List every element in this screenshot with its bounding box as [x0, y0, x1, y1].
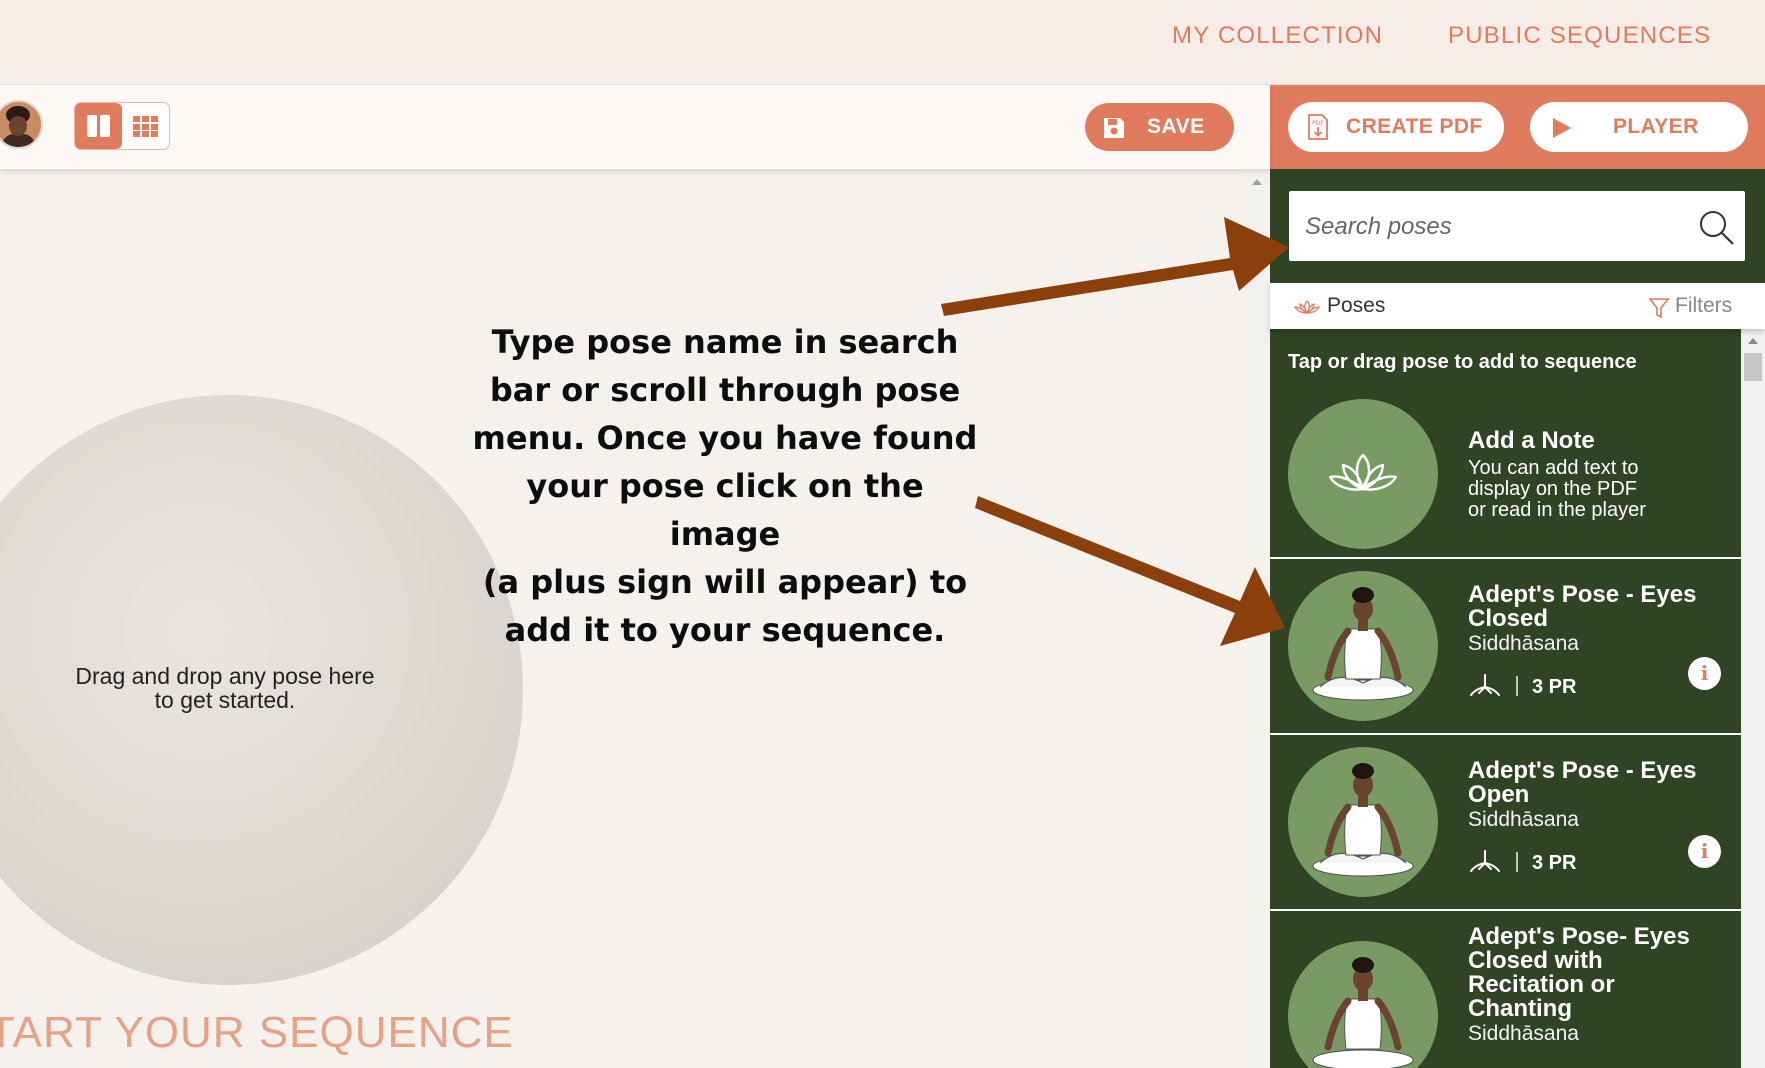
floppy-disk-icon [1104, 118, 1124, 138]
annotation-line: menu. Once you have found [472, 419, 978, 457]
scroll-up-arrow-icon[interactable] [1748, 338, 1758, 344]
tab-filters[interactable]: Filters [1675, 294, 1732, 318]
pose-code: 3 PR [1532, 676, 1577, 698]
annotation-line: your pose click on the image [526, 467, 924, 553]
pose-title: Adept's Pose - Eyes Open [1468, 759, 1728, 807]
drop-text-line2: to get started. [154, 687, 296, 713]
search-placeholder: Search poses [1305, 213, 1452, 240]
play-icon [1553, 118, 1571, 138]
panel-actions: PDF CREATE PDF PLAYER [1270, 85, 1765, 169]
instruction-annotation: Type pose name in search bar or scroll t… [470, 318, 980, 654]
pose-title-line: Open [1468, 781, 1530, 808]
note-title: Add a Note [1468, 427, 1595, 454]
panel-scrollbar[interactable] [1741, 329, 1765, 1068]
pose-card[interactable]: Adept's Pose- Eyes Closed with Recitatio… [1270, 911, 1741, 1068]
annotation-line: Type pose name in search [491, 323, 959, 361]
player-button[interactable]: PLAYER [1530, 102, 1748, 152]
seated-pose-figure [1312, 763, 1414, 877]
grid-view-button[interactable] [122, 103, 169, 149]
pose-image[interactable] [1288, 747, 1438, 897]
add-note-card[interactable]: Add a Note You can add text to display o… [1270, 399, 1741, 559]
seated-pose-figure [1312, 957, 1414, 1068]
search-icon[interactable] [1697, 208, 1735, 246]
note-desc-line: You can add text to [1468, 457, 1639, 479]
pose-title-line: Adept's Pose- Eyes [1468, 923, 1690, 950]
list-hint: Tap or drag pose to add to sequence [1288, 351, 1637, 373]
pose-title-line: Adept's Pose - Eyes [1468, 581, 1697, 608]
create-pdf-button[interactable]: PDF CREATE PDF [1288, 102, 1504, 152]
seated-posture-icon [1470, 850, 1500, 872]
tab-poses[interactable]: Poses [1327, 294, 1385, 318]
svg-text:PDF: PDF [1312, 120, 1324, 127]
seated-pose-figure [1312, 587, 1414, 701]
scroll-up-arrow-icon[interactable] [1252, 179, 1262, 185]
player-label: PLAYER [1613, 115, 1699, 138]
drop-text-line1: Drag and drop any pose here [75, 663, 375, 689]
columns-icon [87, 115, 110, 137]
pose-image[interactable] [1288, 571, 1438, 721]
note-desc-line: display on the PDF [1468, 478, 1637, 500]
info-icon[interactable]: i [1688, 835, 1721, 868]
lotus-icon [1328, 453, 1398, 491]
pose-meta: 3 PR [1468, 849, 1576, 875]
pose-image[interactable] [1288, 941, 1438, 1068]
pdf-download-icon: PDF [1308, 114, 1328, 140]
editor-toolbar: SAVE [0, 85, 1270, 169]
seated-posture-icon [1470, 674, 1500, 696]
pose-title-line: Closed with [1468, 947, 1603, 974]
columns-view-button[interactable] [75, 103, 122, 149]
start-sequence-heading: TART YOUR SEQUENCE [0, 1008, 514, 1057]
scrollbar-thumb[interactable] [1744, 353, 1762, 381]
pose-title-line: Closed [1468, 605, 1549, 632]
pose-sanskrit: Siddhāsana [1468, 808, 1579, 831]
pose-sanskrit: Siddhāsana [1468, 1022, 1579, 1045]
info-icon[interactable]: i [1688, 657, 1721, 690]
drop-zone-text: Drag and drop any pose here to get start… [30, 664, 420, 712]
search-area: Search poses [1270, 169, 1765, 283]
lotus-icon [1294, 300, 1320, 315]
pose-meta: 3 PR [1468, 673, 1576, 699]
nav-public-sequences[interactable]: PUBLIC SEQUENCES [1448, 22, 1711, 50]
pose-title-line: Recitation or [1468, 971, 1615, 998]
create-pdf-label: CREATE PDF [1346, 115, 1483, 138]
canvas-scrollbar[interactable] [1245, 169, 1270, 1068]
search-input[interactable]: Search poses [1289, 191, 1745, 261]
avatar[interactable] [0, 100, 43, 149]
panel-tabs: Poses Filters [1270, 283, 1765, 329]
pose-list: Tap or drag pose to add to sequence Add … [1270, 329, 1741, 1068]
pose-title: Adept's Pose - Eyes Closed [1468, 583, 1728, 631]
pose-code: 3 PR [1532, 852, 1577, 874]
note-desc-line: or read in the player [1468, 499, 1646, 521]
annotation-line: add it to your sequence. [504, 611, 946, 649]
pose-title-line: Adept's Pose - Eyes [1468, 757, 1697, 784]
grid-icon [133, 116, 158, 137]
pose-sanskrit: Siddhāsana [1468, 632, 1579, 655]
nav-my-collection[interactable]: MY COLLECTION [1172, 22, 1383, 50]
filter-icon[interactable] [1648, 297, 1670, 319]
note-description: You can add text to display on the PDF o… [1468, 458, 1718, 521]
pose-card[interactable]: Adept's Pose - Eyes Closed Siddhāsana 3 … [1270, 559, 1741, 735]
annotation-line: (a plus sign will appear) to [482, 563, 968, 601]
pose-card[interactable]: Adept's Pose - Eyes Open Siddhāsana 3 PR… [1270, 735, 1741, 911]
view-toggle [74, 102, 170, 150]
pose-title-line: Chanting [1468, 995, 1572, 1022]
save-button[interactable]: SAVE [1085, 103, 1234, 151]
annotation-line: bar or scroll through pose [489, 371, 961, 409]
note-image[interactable] [1288, 399, 1438, 549]
save-label: SAVE [1147, 115, 1205, 138]
pose-title: Adept's Pose- Eyes Closed with Recitatio… [1468, 925, 1728, 1021]
top-nav: MY COLLECTION PUBLIC SEQUENCES [0, 0, 1765, 85]
